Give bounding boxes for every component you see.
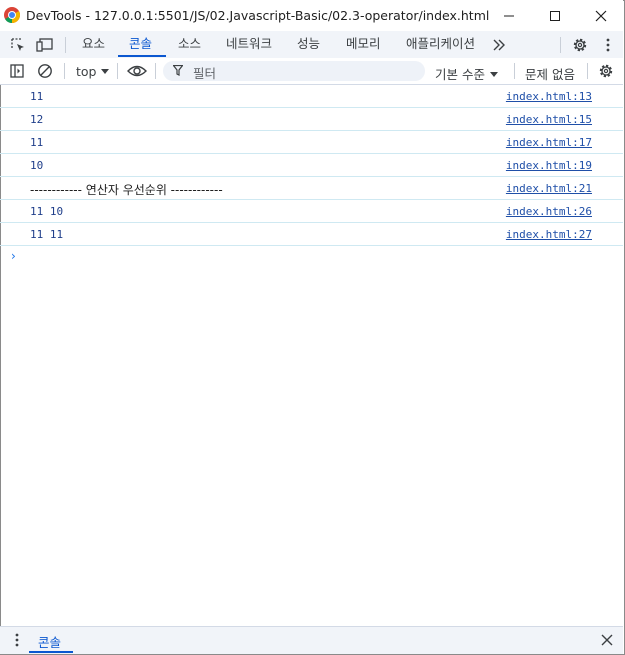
sidebar-toggle-icon [10,64,24,78]
console-row: 11 11 index.html:27 [0,223,623,246]
log-value: 11 [30,136,44,149]
title-bar: DevTools - 127.0.0.1:5501/JS/02.Javascri… [0,0,623,31]
chrome-logo-icon [4,7,20,23]
dropdown-caret-icon [489,72,498,77]
source-link[interactable]: index.html:15 [506,113,592,126]
tab-application[interactable]: 애플리케이션 [406,31,475,58]
source-link[interactable]: index.html:21 [506,182,592,195]
eye-icon [127,65,147,77]
filter-input[interactable]: 필터 [163,61,425,81]
source-link[interactable]: index.html:19 [506,159,592,172]
inspect-element-button[interactable] [9,36,27,54]
console-row: 11 index.html:17 [0,131,623,154]
close-icon [601,634,613,646]
console-row: ------------ 연산자 우선순위 ------------ index… [0,177,623,200]
clear-icon [38,64,52,78]
device-toolbar-button[interactable] [36,36,54,54]
drawer-tab-console[interactable]: 콘솔 [38,632,61,651]
maximize-icon [550,10,560,21]
gear-icon [573,38,587,52]
filter-placeholder: 필터 [193,66,217,81]
customize-menu-button[interactable] [599,36,617,54]
tab-memory[interactable]: 메모리 [346,31,381,58]
console-row: 10 index.html:19 [0,154,623,177]
console-row: 12 index.html:15 [0,108,623,131]
drawer-bar [0,626,623,654]
console-row: 11 10 index.html:26 [0,200,623,223]
maximize-button[interactable] [532,0,578,31]
console-settings-button[interactable] [597,62,615,80]
source-link[interactable]: index.html:13 [506,90,592,103]
close-icon [595,10,607,21]
settings-button[interactable] [571,36,589,54]
divider [560,37,561,53]
console-row: 11 index.html:13 [0,85,623,108]
drawer-active-indicator [29,651,73,653]
kebab-menu-icon [606,38,610,52]
log-message: ------------ 연산자 우선순위 ------------ [30,183,223,197]
close-drawer-button[interactable] [598,631,616,649]
gear-icon [599,64,613,78]
tab-sources[interactable]: 소스 [178,31,201,58]
divider [587,63,588,79]
divider [65,37,66,53]
minimize-button[interactable] [486,0,532,31]
source-link[interactable]: index.html:17 [506,136,592,149]
tab-elements[interactable]: 요소 [82,31,105,58]
context-selector[interactable]: top [76,64,110,79]
console-messages: 11 index.html:13 12 index.html:15 11 ind… [0,85,623,246]
console-prompt-input[interactable]: › [11,249,16,263]
log-level-dropdown[interactable]: 기본 수준 [435,64,498,83]
divider [155,63,156,79]
tab-performance[interactable]: 성능 [297,31,320,58]
double-chevron-right-icon [493,39,505,51]
log-level-label: 기본 수준 [435,67,485,82]
drawer-menu-button[interactable] [8,631,26,649]
minimize-icon [504,15,514,16]
clear-console-button[interactable] [36,62,54,80]
log-value: 10 [30,159,44,172]
log-value: 11 [30,90,44,103]
context-label: top [76,64,97,79]
more-tabs-button[interactable] [490,36,508,54]
active-tab-indicator [118,55,166,57]
source-link[interactable]: index.html:27 [506,228,592,241]
dropdown-caret-icon [101,69,110,74]
kebab-menu-icon [15,633,19,647]
divider [117,63,118,79]
source-link[interactable]: index.html:26 [506,205,592,218]
tab-console[interactable]: 콘솔 [129,31,152,58]
log-value: 12 [30,113,44,126]
device-icon [36,38,53,52]
close-window-button[interactable] [578,0,624,31]
filter-icon [173,65,183,76]
show-sidebar-button[interactable] [8,62,26,80]
divider [514,63,515,79]
live-expression-button[interactable] [127,62,147,80]
divider [64,63,65,79]
issues-counter[interactable]: 문제 없음 [525,64,575,83]
inspect-cursor-icon [11,38,24,51]
window-title: DevTools - 127.0.0.1:5501/JS/02.Javascri… [26,8,490,23]
tab-network[interactable]: 네트워크 [226,31,272,58]
log-value: 11 11 [30,228,64,241]
log-value: 11 10 [30,205,64,218]
main-tab-bar: 요소 콘솔 소스 네트워크 성능 메모리 애플리케이션 [0,31,623,59]
